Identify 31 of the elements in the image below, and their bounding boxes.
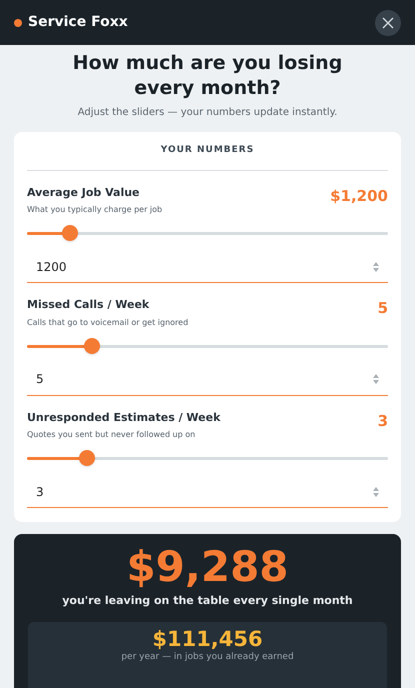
page-title: How much are you losing every month? xyxy=(72,51,344,101)
slider-thumb[interactable] xyxy=(62,225,78,241)
spinner-icon xyxy=(373,373,379,385)
close-icon xyxy=(382,16,394,28)
field-value-display: $1,200 xyxy=(330,186,388,206)
monthly-caption: you're leaving on the table every single month xyxy=(62,593,353,609)
monthly-loss-amount: $9,288 xyxy=(126,542,289,592)
yearly-caption: per year — in jobs you already earned xyxy=(121,652,294,662)
slider-thumb[interactable] xyxy=(84,338,100,354)
field-value-display: 5 xyxy=(378,298,388,319)
yearly-loss-amount: $111,456 xyxy=(152,626,263,652)
brand-name: Service Foxx xyxy=(28,13,128,32)
field-label: Average Job Value xyxy=(27,184,141,200)
page-subtitle: Adjust the sliders — your numbers update instantly. xyxy=(78,106,338,120)
card-heading: YOUR NUMBERS xyxy=(27,132,388,170)
number-input[interactable]: 5 xyxy=(27,364,388,396)
spinner-icon xyxy=(373,486,379,498)
field-label: Missed Calls / Week xyxy=(27,297,150,313)
close-button[interactable] xyxy=(375,10,401,36)
input-value: 5 xyxy=(36,371,44,388)
field-value-display: 3 xyxy=(378,410,388,432)
number-input[interactable]: 3 xyxy=(27,476,388,508)
spinner-icon xyxy=(373,260,379,272)
input-value: 3 xyxy=(36,484,44,500)
field-hint: Quotes you sent but never followed up on xyxy=(27,429,196,441)
slider-thumb[interactable] xyxy=(78,450,95,466)
field-hint: Calls that go to voicemail or get ignored xyxy=(27,316,188,328)
field-label: Unresponded Estimates / Week xyxy=(27,410,220,426)
field-hint: What you typically charge per job xyxy=(27,204,162,216)
number-input[interactable]: 1200 xyxy=(27,251,388,283)
input-value: 1200 xyxy=(36,258,67,276)
